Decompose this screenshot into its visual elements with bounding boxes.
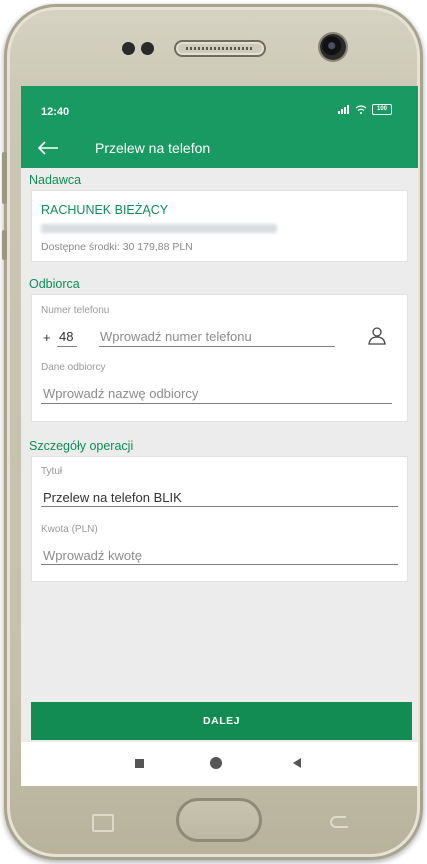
sender-header: Nadawca bbox=[29, 173, 82, 187]
back-key-icon bbox=[330, 816, 348, 828]
phone-screen: 12:40 100 Przelew na telefon Nadawca RAC… bbox=[21, 86, 418, 786]
bixby-button bbox=[2, 230, 7, 260]
recipient-header: Odbiorca bbox=[29, 277, 80, 291]
title-label: Tytuł bbox=[41, 466, 63, 477]
account-name: RACHUNEK BIEŻĄCY bbox=[41, 203, 169, 217]
amount-label: Kwota (PLN) bbox=[41, 524, 98, 535]
signal-icon bbox=[338, 105, 349, 114]
wifi-icon bbox=[355, 105, 367, 114]
home-nav-icon[interactable] bbox=[210, 757, 222, 769]
account-number-blurred bbox=[41, 224, 277, 233]
recipient-name-underline bbox=[41, 403, 392, 404]
home-button bbox=[176, 798, 262, 842]
back-nav-icon[interactable] bbox=[293, 758, 301, 768]
arrow-left-icon[interactable] bbox=[37, 140, 59, 156]
sender-account-card[interactable]: RACHUNEK BIEŻĄCY Dostępne środki: 30 179… bbox=[31, 190, 408, 262]
person-icon[interactable] bbox=[367, 326, 387, 346]
country-code-underline bbox=[57, 346, 77, 347]
phone-label: Numer telefonu bbox=[41, 305, 110, 316]
recent-apps-icon bbox=[92, 814, 114, 832]
earpiece-speaker bbox=[174, 40, 266, 57]
status-time: 12:40 bbox=[41, 106, 70, 118]
battery-icon: 100 bbox=[372, 104, 392, 115]
front-sensors bbox=[122, 42, 154, 55]
app-bar: Przelew na telefon bbox=[21, 128, 418, 168]
phone-input-underline bbox=[99, 346, 335, 347]
recipient-name-label: Dane odbiorcy bbox=[41, 362, 106, 373]
phone-country-code[interactable]: 48 bbox=[59, 329, 73, 344]
recents-nav-icon[interactable] bbox=[135, 759, 144, 768]
details-card: Tytuł Przelew na telefon BLIK Kwota (PLN… bbox=[31, 456, 408, 582]
amount-underline bbox=[41, 564, 398, 565]
recipient-card: Numer telefonu + 48 Wprowadź numer telef… bbox=[31, 294, 408, 422]
android-nav-bar bbox=[21, 742, 418, 786]
title-underline bbox=[41, 506, 398, 507]
title-input[interactable]: Przelew na telefon BLIK bbox=[43, 490, 182, 505]
available-balance: Dostępne środki: 30 179,88 PLN bbox=[41, 241, 193, 253]
front-camera-icon bbox=[320, 34, 346, 60]
form-content: Nadawca RACHUNEK BIEŻĄCY Dostępne środki… bbox=[21, 168, 418, 582]
phone-input[interactable]: Wprowadź numer telefonu bbox=[100, 329, 252, 344]
details-header: Szczegóły operacji bbox=[29, 439, 134, 453]
volume-button bbox=[2, 152, 7, 204]
phone-prefix-plus: + bbox=[43, 330, 51, 345]
status-bar: 12:40 100 bbox=[21, 86, 418, 128]
next-button[interactable]: DALEJ bbox=[31, 702, 412, 740]
recipient-name-input[interactable]: Wprowadź nazwę odbiorcy bbox=[43, 386, 198, 401]
page-title: Przelew na telefon bbox=[95, 140, 211, 156]
amount-input[interactable]: Wprowadź kwotę bbox=[43, 548, 142, 563]
